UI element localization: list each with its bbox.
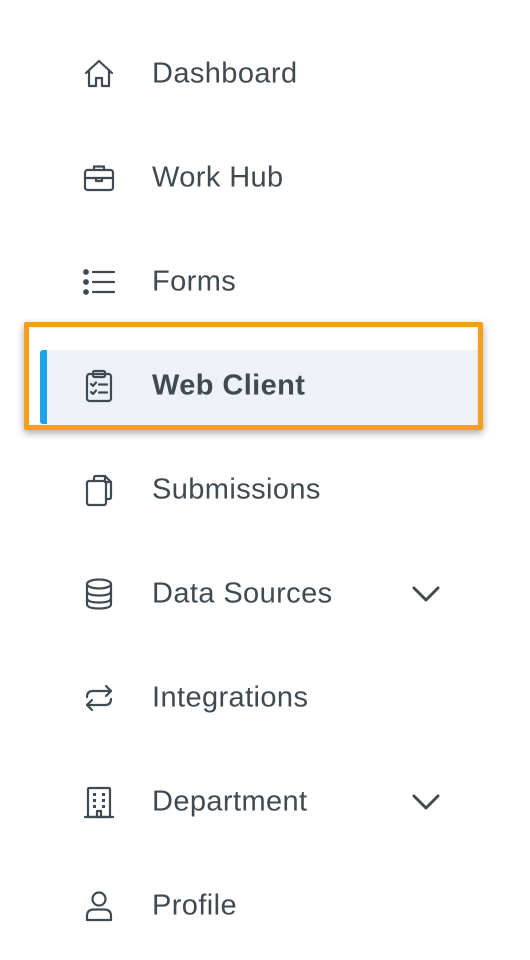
sidebar-item-profile[interactable]: Profile [0, 854, 530, 958]
sidebar-item-data-sources[interactable]: Data Sources [0, 542, 530, 646]
briefcase-icon [80, 159, 118, 197]
user-icon [80, 887, 118, 925]
active-indicator-bar [40, 350, 47, 424]
sidebar-item-department[interactable]: Department [0, 750, 530, 854]
sidebar-item-submissions[interactable]: Submissions [0, 438, 530, 542]
sidebar-item-web-client[interactable]: Web Client [0, 334, 530, 438]
sidebar-item-work-hub[interactable]: Work Hub [0, 126, 530, 230]
clipboard-check-icon [80, 367, 118, 405]
copy-icon [80, 471, 118, 509]
database-icon [80, 575, 118, 613]
building-icon [80, 783, 118, 821]
sidebar-item-integrations[interactable]: Integrations [0, 646, 530, 750]
sidebar-item-label: Submissions [152, 473, 321, 506]
sidebar-item-label: Work Hub [152, 161, 284, 194]
sidebar-nav: Dashboard Work Hub Forms Web Client Subm… [0, 22, 530, 958]
sidebar-item-dashboard[interactable]: Dashboard [0, 22, 530, 126]
sidebar-item-label: Integrations [152, 681, 309, 714]
sidebar-item-label: Data Sources [152, 577, 333, 610]
list-icon [80, 263, 118, 301]
sidebar-item-label: Web Client [152, 369, 306, 402]
sync-icon [80, 679, 118, 717]
sidebar-item-label: Profile [152, 889, 237, 922]
sidebar-item-label: Forms [152, 265, 237, 298]
chevron-down-icon[interactable] [408, 576, 444, 612]
sidebar-item-label: Department [152, 785, 308, 818]
chevron-down-icon[interactable] [408, 784, 444, 820]
sidebar-item-label: Dashboard [152, 57, 298, 90]
home-icon [80, 55, 118, 93]
sidebar-item-forms[interactable]: Forms [0, 230, 530, 334]
